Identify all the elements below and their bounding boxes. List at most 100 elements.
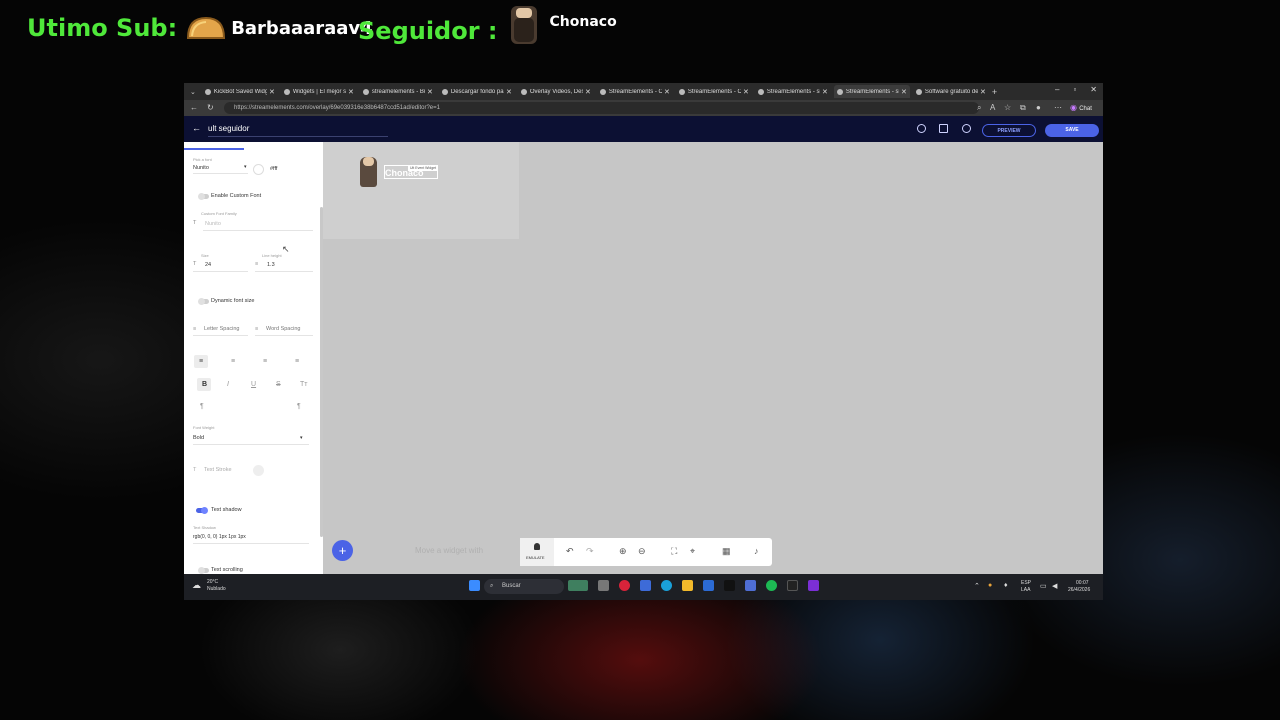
text-shadow-input[interactable]: rgb(0, 0, 0) 1px 1px 1px	[193, 534, 246, 540]
browser-tab[interactable]: Overlay Videos, Des ✕	[518, 85, 594, 98]
tiktok-icon[interactable]	[787, 580, 798, 591]
italic-icon[interactable]: I	[227, 381, 229, 388]
opera-icon[interactable]	[619, 580, 630, 591]
tab-close-icon[interactable]: ✕	[348, 88, 354, 96]
close-window-icon[interactable]: ✕	[1090, 85, 1097, 94]
font-dropdown-icon[interactable]: ▾	[244, 164, 247, 170]
more-menu-icon[interactable]: ⋯	[1054, 103, 1062, 112]
add-widget-button[interactable]: +	[332, 540, 353, 561]
profile-icon[interactable]: ●	[1036, 103, 1041, 112]
size-input[interactable]: 24	[205, 262, 211, 268]
tab-close-icon[interactable]: ✕	[269, 88, 275, 96]
font-color-value[interactable]: #fff	[270, 166, 277, 172]
center-icon[interactable]: ⌖	[690, 546, 695, 557]
lang-line2[interactable]: LAA	[1021, 587, 1030, 593]
underline-icon[interactable]: U	[251, 381, 256, 388]
sound-icon[interactable]: ♪	[754, 546, 759, 556]
clock-date[interactable]: 26/4/2026	[1068, 587, 1090, 593]
clock-time[interactable]: 00:07	[1076, 580, 1089, 586]
obs-icon[interactable]	[724, 580, 735, 591]
tray-mic-icon[interactable]: ♦	[1004, 582, 1008, 589]
letter-spacing-input[interactable]: Letter Spacing	[204, 326, 239, 332]
save-button[interactable]: SAVE	[1045, 124, 1099, 137]
store-icon[interactable]	[640, 580, 651, 591]
tab-close-icon[interactable]: ✕	[743, 88, 749, 96]
explorer-icon[interactable]	[682, 580, 693, 591]
align-right-icon[interactable]: ≡	[263, 358, 267, 365]
windows-start-icon[interactable]	[469, 580, 480, 591]
preview-button[interactable]: PREVIEW	[982, 124, 1036, 137]
zoom-icon[interactable]: ⌕	[977, 103, 981, 113]
bold-icon[interactable]: B	[202, 381, 207, 388]
font-weight-dropdown-icon[interactable]: ▾	[300, 435, 303, 441]
taskbar-search[interactable]: ⌕ Buscar	[484, 579, 564, 594]
font-weight-select[interactable]: Bold	[193, 435, 204, 441]
task-view-icon[interactable]	[598, 580, 609, 591]
text-shadow-toggle[interactable]	[196, 507, 208, 514]
dynamic-font-toggle[interactable]	[198, 298, 209, 305]
reload-icon[interactable]: ↻	[207, 103, 214, 112]
tab-close-icon[interactable]: ✕	[427, 88, 433, 96]
paragraph-rtl-icon[interactable]: ¶	[297, 403, 301, 410]
tab-close-icon[interactable]: ✕	[585, 88, 591, 96]
browser-tab[interactable]: Widgets | El mejor s ✕	[281, 85, 357, 98]
undo-icon[interactable]: ↶	[566, 546, 574, 557]
mail-icon[interactable]	[745, 580, 756, 591]
font-select[interactable]: Nunito	[193, 165, 209, 171]
line-height-input[interactable]: 1.3	[267, 262, 275, 268]
zoom-in-icon[interactable]: ⊕	[619, 546, 627, 557]
minimize-icon[interactable]: –	[1055, 85, 1059, 94]
align-center-icon[interactable]: ≡	[231, 358, 235, 365]
font-color-swatch[interactable]	[253, 164, 264, 175]
grid-icon[interactable]: ▦	[722, 546, 731, 557]
strikethrough-icon[interactable]: S	[276, 381, 281, 388]
app-icon[interactable]	[703, 580, 714, 591]
network-icon[interactable]: ▭	[1040, 582, 1047, 590]
volume-icon[interactable]: ◀	[1052, 582, 1057, 590]
browser-tab[interactable]: StreamElements - O ✕	[676, 85, 752, 98]
spotify-icon[interactable]	[766, 580, 777, 591]
align-justify-icon[interactable]: ≡	[295, 358, 299, 365]
browser-tab[interactable]: StreamElements - sli ✕	[755, 85, 831, 98]
back-arrow-icon[interactable]: ←	[192, 123, 201, 133]
tab-close-icon[interactable]: ✕	[980, 88, 986, 96]
fit-screen-icon[interactable]: ⛶	[671, 546, 677, 557]
video-editor-icon[interactable]	[808, 580, 819, 591]
screen-icon[interactable]	[939, 124, 948, 133]
text-scrolling-toggle[interactable]	[198, 567, 209, 574]
tab-close-icon[interactable]: ✕	[901, 88, 907, 96]
copilot-chat-button[interactable]: ◉ Chat	[1070, 103, 1092, 112]
browser-tab[interactable]: StreamElements - sli ✕	[833, 85, 910, 98]
paragraph-ltr-icon[interactable]: ¶	[200, 403, 204, 410]
tab-close-icon[interactable]: ✕	[664, 88, 670, 96]
text-stroke-swatch[interactable]	[253, 465, 264, 476]
redo-icon[interactable]: ↷	[586, 546, 594, 557]
widget-avatar-image[interactable]	[360, 157, 377, 187]
browser-tab[interactable]: Software gratuito de ✕	[913, 85, 989, 98]
new-tab-icon[interactable]: +	[992, 87, 997, 97]
help-icon[interactable]	[917, 124, 926, 133]
url-field[interactable]: https://streamelements.com/overlay/69e03…	[224, 102, 979, 114]
emulate-button[interactable]: EMULATE	[520, 538, 554, 566]
maximize-icon[interactable]: ▫	[1073, 85, 1076, 94]
custom-font-input[interactable]: Nunito	[205, 221, 221, 227]
browser-tab[interactable]: Descargar fondo par ✕	[439, 85, 515, 98]
overlay-canvas[interactable]: Chonaco Ult Event Widget + Move a widget…	[323, 142, 1103, 574]
read-aloud-icon[interactable]: A	[990, 103, 995, 112]
edge-icon[interactable]	[661, 580, 672, 591]
tab-close-icon[interactable]: ✕	[506, 88, 512, 96]
tray-chevron-icon[interactable]: ⌃	[974, 582, 980, 590]
link-icon[interactable]	[962, 124, 971, 133]
favorite-star-icon[interactable]: ☆	[1004, 103, 1011, 112]
tray-app-icon[interactable]: ●	[988, 582, 992, 589]
browser-tab[interactable]: streamelements - Bú ✕	[360, 85, 436, 98]
text-case-icon[interactable]: Tт	[300, 381, 307, 388]
align-left-icon[interactable]: ≡	[199, 358, 203, 365]
widgets-icon[interactable]	[568, 580, 588, 591]
back-nav-icon[interactable]: ←	[190, 103, 198, 112]
overlay-title[interactable]: ult seguidor	[208, 124, 249, 133]
browser-tab[interactable]: StreamElements - O ✕	[597, 85, 673, 98]
tab-list-icon[interactable]: ⌄	[190, 88, 196, 96]
zoom-out-icon[interactable]: ⊖	[638, 546, 646, 557]
tab-close-icon[interactable]: ✕	[822, 88, 828, 96]
